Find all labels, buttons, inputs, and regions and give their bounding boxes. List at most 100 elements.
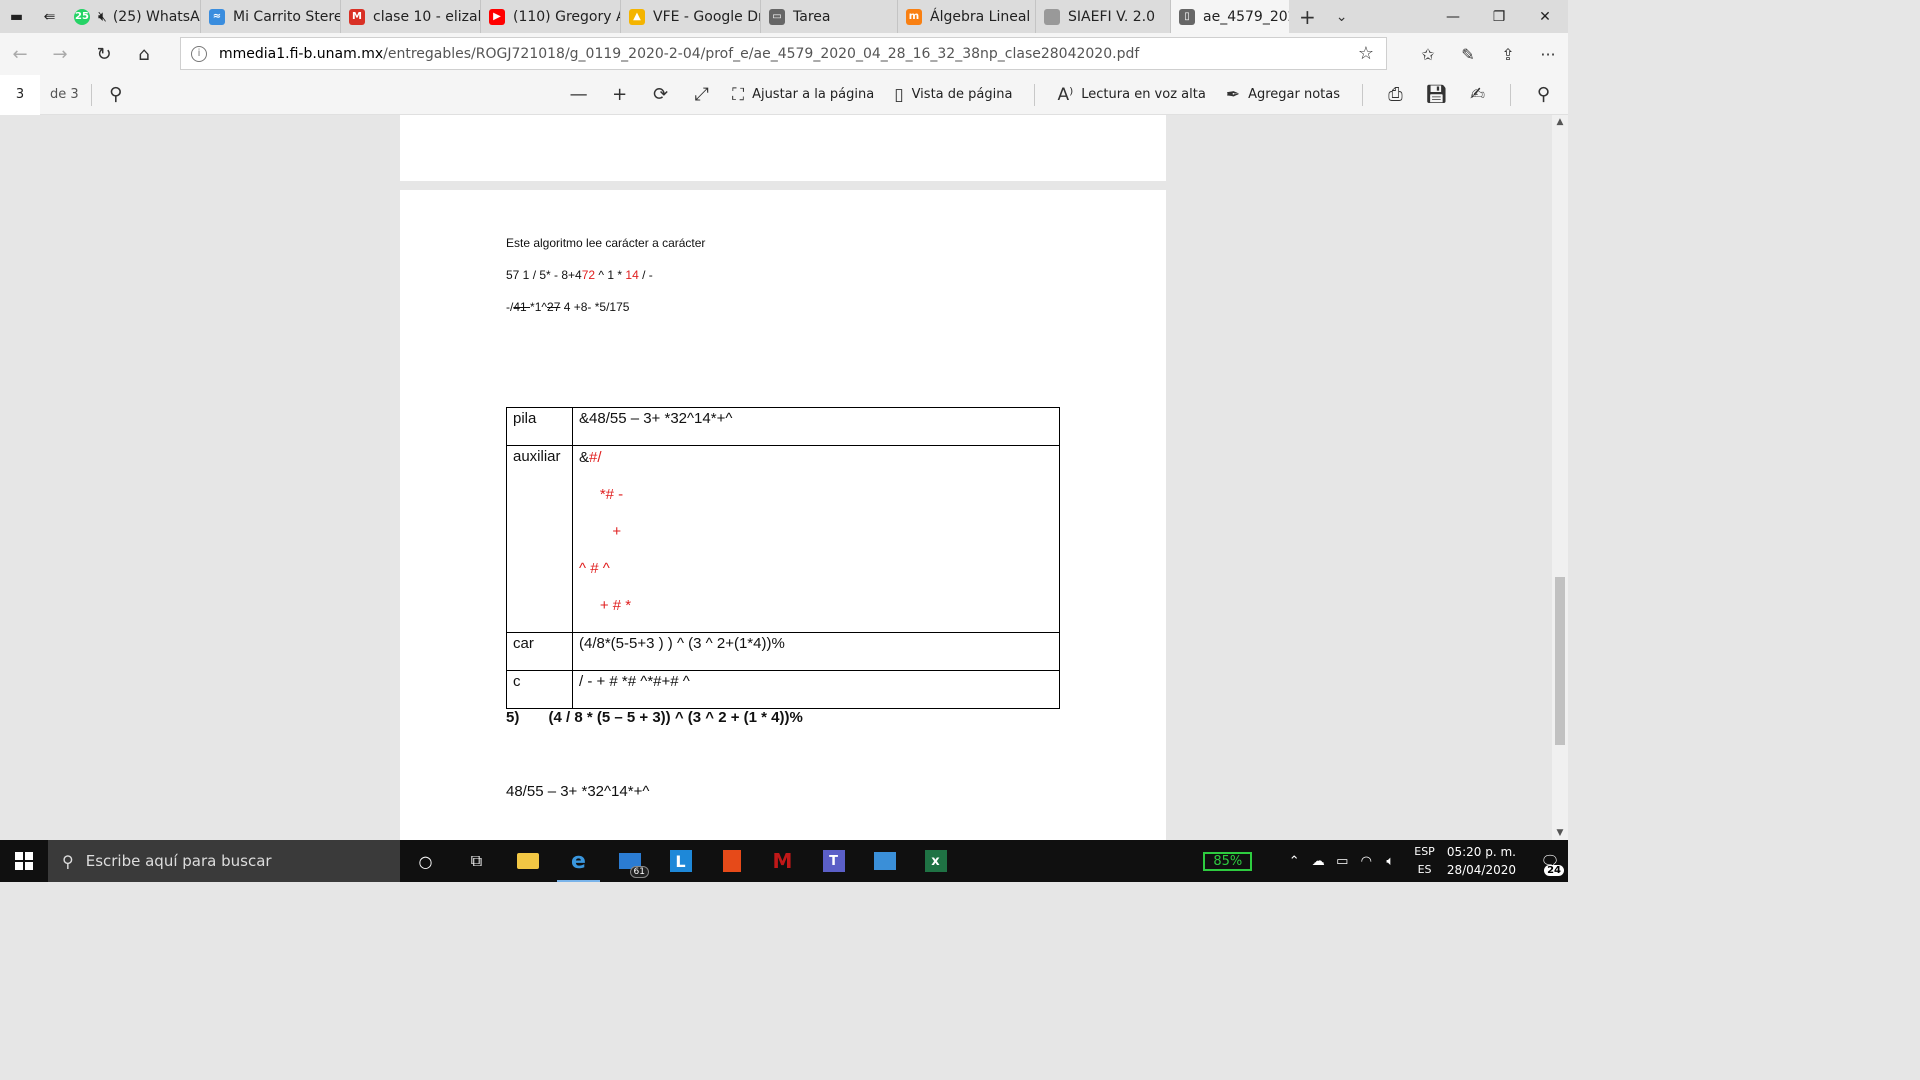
favorite-star-icon[interactable]: ☆ — [1358, 43, 1374, 64]
web-notes-icon[interactable]: ✎ — [1448, 33, 1488, 75]
auxiliar-line: + — [579, 523, 622, 540]
text-run: ^ 1 * — [595, 268, 626, 282]
set-aside-tabs-icon[interactable]: ⇚ — [33, 0, 66, 33]
chevron-up-icon[interactable]: ⌃ — [1282, 854, 1306, 869]
moodle-icon: m — [906, 8, 922, 25]
photos-icon[interactable] — [859, 840, 910, 882]
taskbar-search-input[interactable]: ⚲ Escribe aquí para buscar — [48, 840, 400, 882]
taskbar: ⚲ Escribe aquí para buscar ○ ⧉ e 61 L M … — [0, 840, 1568, 882]
table-row: c / - + # *# ^*#+# ^ — [506, 670, 1060, 709]
teams-icon[interactable]: T — [808, 840, 859, 882]
browser-tab[interactable]: ▭ Tarea — [761, 0, 898, 33]
rotate-icon[interactable]: ⟳ — [640, 75, 681, 115]
tab-label: ae_4579_202 — [1203, 8, 1289, 25]
browser-tab[interactable]: ▲ VFE - Google Dr — [621, 0, 761, 33]
cortana-icon[interactable]: ○ — [400, 840, 451, 882]
restore-icon[interactable]: ❐ — [1476, 0, 1522, 33]
add-notes-button[interactable]: ✒ Agregar notas — [1216, 75, 1350, 115]
mcafee-icon[interactable]: M — [757, 840, 808, 882]
forward-icon[interactable]: → — [40, 34, 80, 74]
scroll-down-icon[interactable]: ▼ — [1552, 828, 1568, 838]
refresh-icon[interactable]: ↻ — [84, 34, 124, 74]
tab-preview-chevron-icon[interactable]: ⌄ — [1326, 0, 1358, 33]
table-row: pila &48/55 – 3+ *32^14*+^ — [506, 407, 1060, 446]
browser-tab[interactable]: Mclase 10 - elizab — [341, 0, 481, 33]
wifi-icon[interactable]: ◠ — [1354, 854, 1378, 869]
clock-date: 28/04/2020 — [1446, 863, 1516, 877]
tab-label: (110) Gregory Al — [513, 8, 621, 25]
apple-icon — [1044, 8, 1060, 25]
app-l-icon[interactable]: L — [655, 840, 706, 882]
task-view-icon[interactable]: ⧉ — [451, 840, 502, 882]
share-icon[interactable]: ⇪ — [1488, 33, 1528, 75]
auxiliar-line: + # * — [579, 597, 632, 614]
close-window-icon[interactable]: ✕ — [1522, 0, 1568, 33]
read-aloud-button[interactable]: A⁾ Lectura en voz alta — [1047, 75, 1215, 115]
scroll-up-icon[interactable]: ▲ — [1552, 117, 1568, 127]
scrollbar-thumb[interactable] — [1555, 577, 1565, 745]
fit-page-button[interactable]: ⛶ Ajustar a la página — [722, 75, 884, 115]
row-label-car: car — [506, 632, 573, 671]
read-aloud-icon: A⁾ — [1057, 84, 1074, 105]
youtube-icon: ▶ — [489, 8, 505, 25]
new-tab-button[interactable]: + — [1289, 0, 1326, 33]
favorites-icon[interactable]: ✩ — [1408, 33, 1448, 75]
browser-tab[interactable]: ▯ae_4579_202✕ — [1171, 0, 1289, 33]
fullscreen-icon[interactable]: ⤢ — [681, 75, 722, 115]
onedrive-icon[interactable]: ☁ — [1306, 854, 1330, 869]
browser-tab[interactable]: ▶ (110) Gregory Al — [481, 0, 621, 33]
browser-actions: ✩ ✎ ⇪ ··· — [1408, 33, 1568, 75]
battery-icon[interactable]: ▭ — [1330, 854, 1354, 869]
table-row: auxiliar &#/ *# - + ^ # ^ + # * — [506, 445, 1060, 633]
text-run: *1^ — [530, 300, 548, 314]
red-text-run: 72 — [581, 268, 596, 282]
tab-label: Tarea — [793, 8, 831, 25]
page-view-button[interactable]: ▯ Vista de página — [884, 75, 1022, 115]
window-controls: — ❐ ✕ — [1430, 0, 1568, 33]
auxiliar-line: &#/ — [579, 448, 1053, 485]
add-notes-label: Agregar notas — [1248, 87, 1340, 102]
home-icon[interactable]: ⌂ — [124, 34, 164, 74]
pdf-viewer[interactable]: Este algoritmo lee carácter a carácter 5… — [0, 115, 1568, 840]
pen-icon: ✒ — [1225, 84, 1241, 105]
excel-icon[interactable]: x — [910, 840, 961, 882]
tab-actions-icon[interactable]: ▬ — [0, 0, 33, 33]
toolbar-divider — [1034, 83, 1036, 106]
read-aloud-label: Lectura en voz alta — [1081, 87, 1206, 102]
browser-tab[interactable]: 25 🔇︎ (25) WhatsA — [66, 0, 201, 33]
battery-indicator[interactable]: 85% — [1203, 851, 1253, 871]
search-icon[interactable]: ⚲ — [104, 75, 128, 115]
zoom-out-icon[interactable]: — — [558, 75, 599, 115]
browser-tab[interactable]: m Álgebra Lineal ::: — [898, 0, 1036, 33]
clock[interactable]: 05:20 p. m. 28/04/2020 — [1447, 843, 1516, 879]
tabs-container: 25 🔇︎ (25) WhatsA ≈ Mi Carrito Sterer Mclase … — [66, 0, 1289, 33]
language-indicator[interactable]: ESP ES — [1414, 843, 1435, 879]
info-icon[interactable]: i — [191, 45, 207, 62]
gmail-icon: M — [349, 8, 365, 25]
edge-icon[interactable]: e — [553, 840, 604, 882]
file-explorer-icon[interactable] — [502, 840, 553, 882]
more-icon[interactable]: ··· — [1528, 33, 1568, 75]
pin-toolbar-icon[interactable]: ⚲ — [1523, 75, 1564, 115]
save-as-icon[interactable]: ✍ — [1457, 75, 1498, 115]
save-icon[interactable]: 💾︎ — [1416, 75, 1457, 115]
windows-start-icon[interactable] — [0, 840, 48, 882]
back-icon[interactable]: ← — [0, 34, 40, 74]
browser-tab[interactable]: ≈ Mi Carrito Sterer — [201, 0, 341, 33]
tab-label: Álgebra Lineal ::: — [930, 8, 1035, 25]
volume-icon[interactable]: 🔈︎ — [1378, 854, 1402, 869]
minimize-icon[interactable]: — — [1430, 0, 1476, 33]
print-icon[interactable]: ⎙ — [1375, 75, 1416, 115]
muted-speaker-icon[interactable]: 🔇︎ — [98, 9, 107, 25]
address-input[interactable]: i mmedia1.fi-b.unam.mx/entregables/ROGJ7… — [180, 37, 1387, 70]
notification-center-icon[interactable]: 🗨︎ 24 — [1532, 840, 1568, 882]
browser-tab[interactable]: SIAEFI V. 2.0 — [1036, 0, 1171, 33]
page-icon: ▭ — [769, 8, 785, 25]
vertical-scrollbar[interactable]: ▲ ▼ — [1552, 115, 1568, 840]
office-icon[interactable] — [706, 840, 757, 882]
zoom-in-icon[interactable]: + — [599, 75, 640, 115]
page-number-input[interactable]: 3 — [0, 74, 40, 115]
red-text-run: 14 — [625, 268, 639, 282]
fit-page-label: Ajustar a la página — [752, 87, 875, 102]
mail-icon[interactable]: 61 — [604, 840, 655, 882]
